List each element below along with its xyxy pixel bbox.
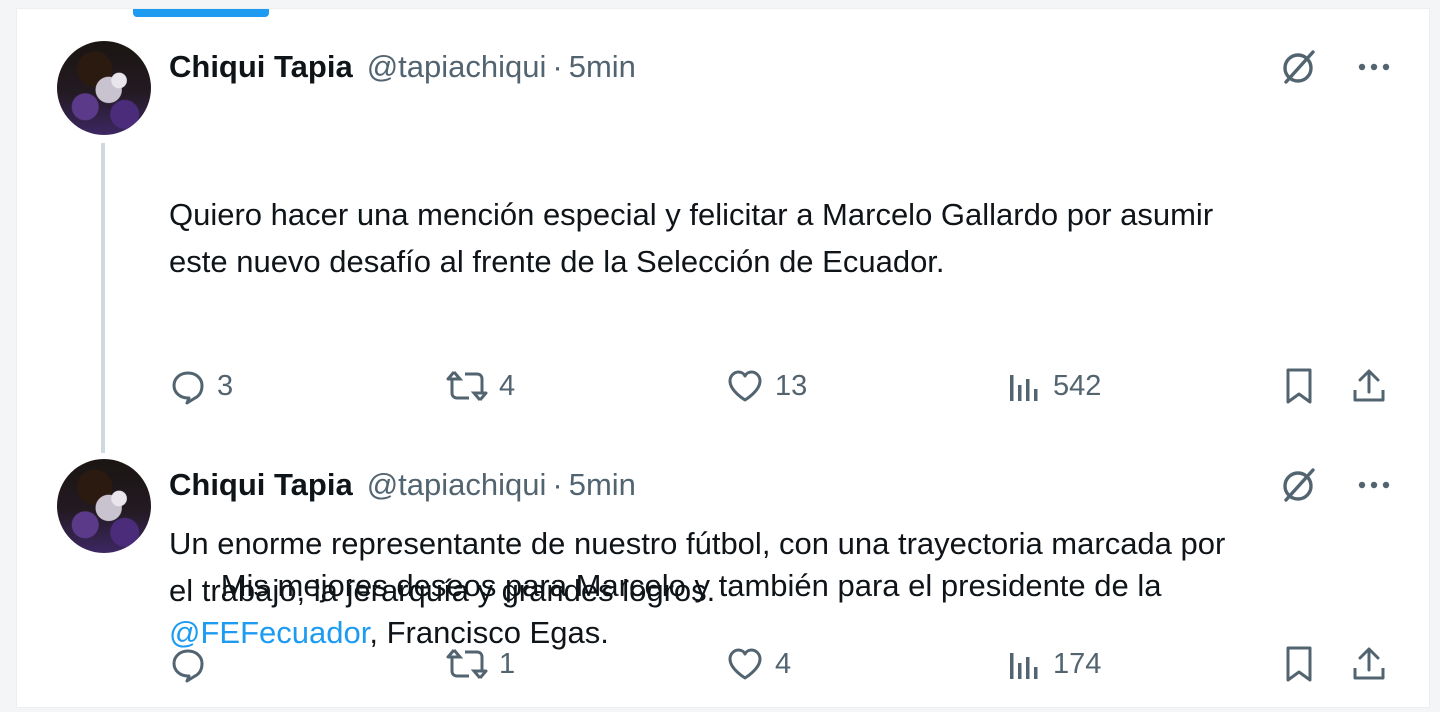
reply-button[interactable] — [169, 639, 217, 689]
heart-icon — [728, 370, 762, 402]
views-count: 174 — [1053, 647, 1102, 680]
share-icon — [1353, 647, 1385, 680]
views-icon — [1010, 653, 1038, 679]
author-name[interactable]: Chiqui Tapia — [169, 49, 353, 85]
timestamp[interactable]: 5min — [569, 467, 636, 503]
heart-icon — [728, 648, 762, 680]
share-button[interactable] — [1349, 639, 1389, 689]
bookmark-button[interactable] — [1281, 639, 1317, 689]
retweet-button[interactable]: 4 — [445, 361, 515, 411]
tweet-actions: 1 4 174 — [169, 639, 1399, 689]
share-button[interactable] — [1349, 361, 1389, 411]
like-count: 4 — [775, 647, 792, 680]
views-button[interactable]: 174 — [1005, 639, 1101, 689]
active-tab-indicator — [133, 9, 269, 17]
share-icon — [1353, 369, 1385, 402]
avatar[interactable] — [57, 459, 151, 553]
retweet-icon — [446, 371, 488, 401]
tweet-header: Chiqui Tapia @tapiachiqui · 5min — [169, 465, 636, 505]
tweet-top-icons — [1279, 465, 1391, 505]
tweet-text-part: Mis mejores deseos para Marcelo y tambié… — [220, 568, 1162, 603]
author-handle[interactable]: @tapiachiqui — [367, 49, 547, 85]
separator-dot: · — [552, 467, 563, 502]
reply-icon — [172, 649, 204, 683]
like-button[interactable]: 13 — [725, 361, 807, 411]
more-icon[interactable] — [1357, 47, 1391, 87]
retweet-icon — [446, 649, 488, 679]
tweet-actions: 3 4 13 542 — [169, 361, 1399, 411]
timestamp[interactable]: 5min — [569, 49, 636, 85]
reply-count: 3 — [217, 369, 234, 402]
like-count: 13 — [775, 369, 808, 402]
grok-icon[interactable] — [1279, 465, 1319, 505]
tweet-top-icons — [1279, 47, 1391, 87]
tweet-paragraph: Quiero hacer una mención especial y feli… — [169, 197, 1214, 279]
grok-icon[interactable] — [1279, 47, 1319, 87]
like-button[interactable]: 4 — [725, 639, 791, 689]
retweet-count: 1 — [499, 647, 516, 680]
tweet-header: Chiqui Tapia @tapiachiqui · 5min — [169, 47, 636, 87]
reply-icon — [172, 371, 204, 405]
author-name[interactable]: Chiqui Tapia — [169, 467, 353, 503]
bookmark-icon — [1286, 368, 1312, 404]
thread-line — [101, 143, 105, 453]
bookmark-button[interactable] — [1281, 361, 1317, 411]
avatar[interactable] — [57, 41, 151, 135]
separator-dot: · — [552, 49, 563, 84]
bookmark-icon — [1286, 646, 1312, 682]
more-icon[interactable] — [1357, 465, 1391, 505]
reply-button[interactable]: 3 — [169, 361, 233, 411]
author-handle[interactable]: @tapiachiqui — [367, 467, 547, 503]
views-icon — [1010, 375, 1038, 401]
retweet-count: 4 — [499, 369, 516, 402]
timeline-card: Chiqui Tapia @tapiachiqui · 5min Quiero … — [16, 8, 1430, 708]
retweet-button[interactable]: 1 — [445, 639, 515, 689]
views-count: 542 — [1053, 369, 1102, 402]
views-button[interactable]: 542 — [1005, 361, 1101, 411]
